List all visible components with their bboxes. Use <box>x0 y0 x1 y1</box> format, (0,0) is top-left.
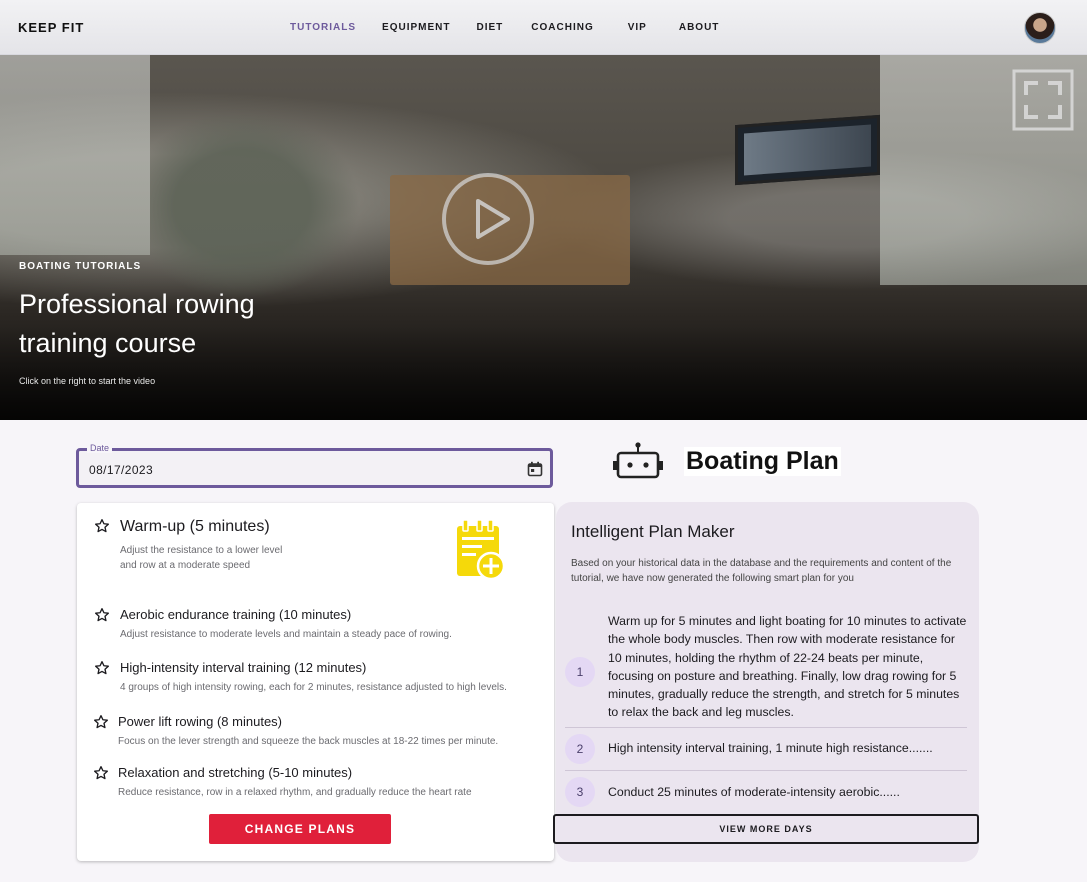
plan-item-title: Aerobic endurance training (10 minutes) <box>120 607 352 622</box>
plan-item-desc: Adjust the resistance to a lower level a… <box>120 545 283 571</box>
date-field-label: Date <box>87 443 113 453</box>
calendar-add-icon[interactable] <box>457 520 505 580</box>
smart-plan-card: Intelligent Plan Maker Based on your his… <box>556 502 979 862</box>
boating-plan-heading: Boating Plan <box>684 447 841 476</box>
plans-card: Warm-up (5 minutes) Adjust the resistanc… <box>77 503 554 861</box>
hero-video[interactable]: BOATING TUTORIALS Professional rowing tr… <box>0 55 1087 420</box>
step-text: High intensity interval training, 1 minu… <box>608 741 933 755</box>
star-icon[interactable] <box>94 518 110 534</box>
calendar-icon[interactable] <box>527 461 543 477</box>
divider <box>565 727 967 728</box>
nav-tutorials[interactable]: TUTORIALS <box>290 22 356 33</box>
date-field[interactable]: Date 08/17/2023 <box>76 443 553 488</box>
step-text: Warm up for 5 minutes and light boating … <box>608 614 967 720</box>
hero-bg-window-left <box>0 55 150 255</box>
plan-item-desc: 4 groups of high intensity rowing, each … <box>120 682 507 693</box>
hero-bg-rower-screen <box>735 114 880 186</box>
plan-item-desc: Focus on the lever strength and squeeze … <box>118 736 499 747</box>
step-text: Conduct 25 minutes of moderate-intensity… <box>608 785 900 799</box>
fullscreen-icon <box>1012 69 1074 131</box>
star-icon[interactable] <box>94 607 110 623</box>
hero-subtitle: Click on the right to start the video <box>19 376 156 386</box>
nav-vip[interactable]: VIP <box>628 22 647 33</box>
step-number: 2 <box>565 734 595 764</box>
hero-title: Professional rowing training course <box>19 289 255 358</box>
star-icon[interactable] <box>93 714 109 730</box>
nav-diet[interactable]: DIET <box>477 22 504 33</box>
user-avatar[interactable] <box>1024 12 1056 44</box>
plan-step[interactable]: 3 Conduct 25 minutes of moderate-intensi… <box>565 777 967 813</box>
view-more-days-button[interactable]: VIEW MORE DAYS <box>553 814 979 844</box>
plan-step[interactable]: 2 High intensity interval training, 1 mi… <box>565 733 967 771</box>
divider <box>565 770 967 771</box>
smart-plan-desc: Based on your historical data in the dat… <box>571 558 952 584</box>
play-icon <box>476 199 510 239</box>
nav-equipment[interactable]: EQUIPMENT <box>382 22 450 33</box>
change-plans-button[interactable]: CHANGE PLANS <box>209 814 391 844</box>
step-number: 3 <box>565 777 595 807</box>
plan-item-desc: Adjust resistance to moderate levels and… <box>120 629 452 640</box>
top-navbar: KEEP FIT TUTORIALS EQUIPMENT DIET COACHI… <box>0 0 1087 55</box>
star-icon[interactable] <box>94 660 110 676</box>
plan-item-title: Power lift rowing (8 minutes) <box>118 714 282 729</box>
plan-item-desc: Reduce resistance, row in a relaxed rhyt… <box>118 787 472 798</box>
date-field-value[interactable]: 08/17/2023 <box>89 463 153 477</box>
star-icon[interactable] <box>93 765 109 781</box>
robot-icon <box>613 442 663 479</box>
brand-logo[interactable]: KEEP FIT <box>18 20 84 35</box>
nav-coaching[interactable]: COACHING <box>531 22 593 33</box>
hero-eyebrow: BOATING TUTORIALS <box>19 261 142 272</box>
nav-about[interactable]: ABOUT <box>679 22 720 33</box>
plan-step[interactable]: 1 Warm up for 5 minutes and light boatin… <box>565 610 967 725</box>
plan-item-title: Warm-up (5 minutes) <box>120 518 270 535</box>
smart-plan-title: Intelligent Plan Maker <box>571 522 735 541</box>
step-number: 1 <box>565 657 595 687</box>
play-button[interactable] <box>442 173 534 265</box>
fullscreen-button[interactable] <box>1012 69 1074 131</box>
plan-item-title: Relaxation and stretching (5-10 minutes) <box>118 765 353 780</box>
plan-item-title: High-intensity interval training (12 min… <box>120 660 367 675</box>
main-nav: TUTORIALS EQUIPMENT DIET COACHING VIP AB… <box>290 22 745 33</box>
